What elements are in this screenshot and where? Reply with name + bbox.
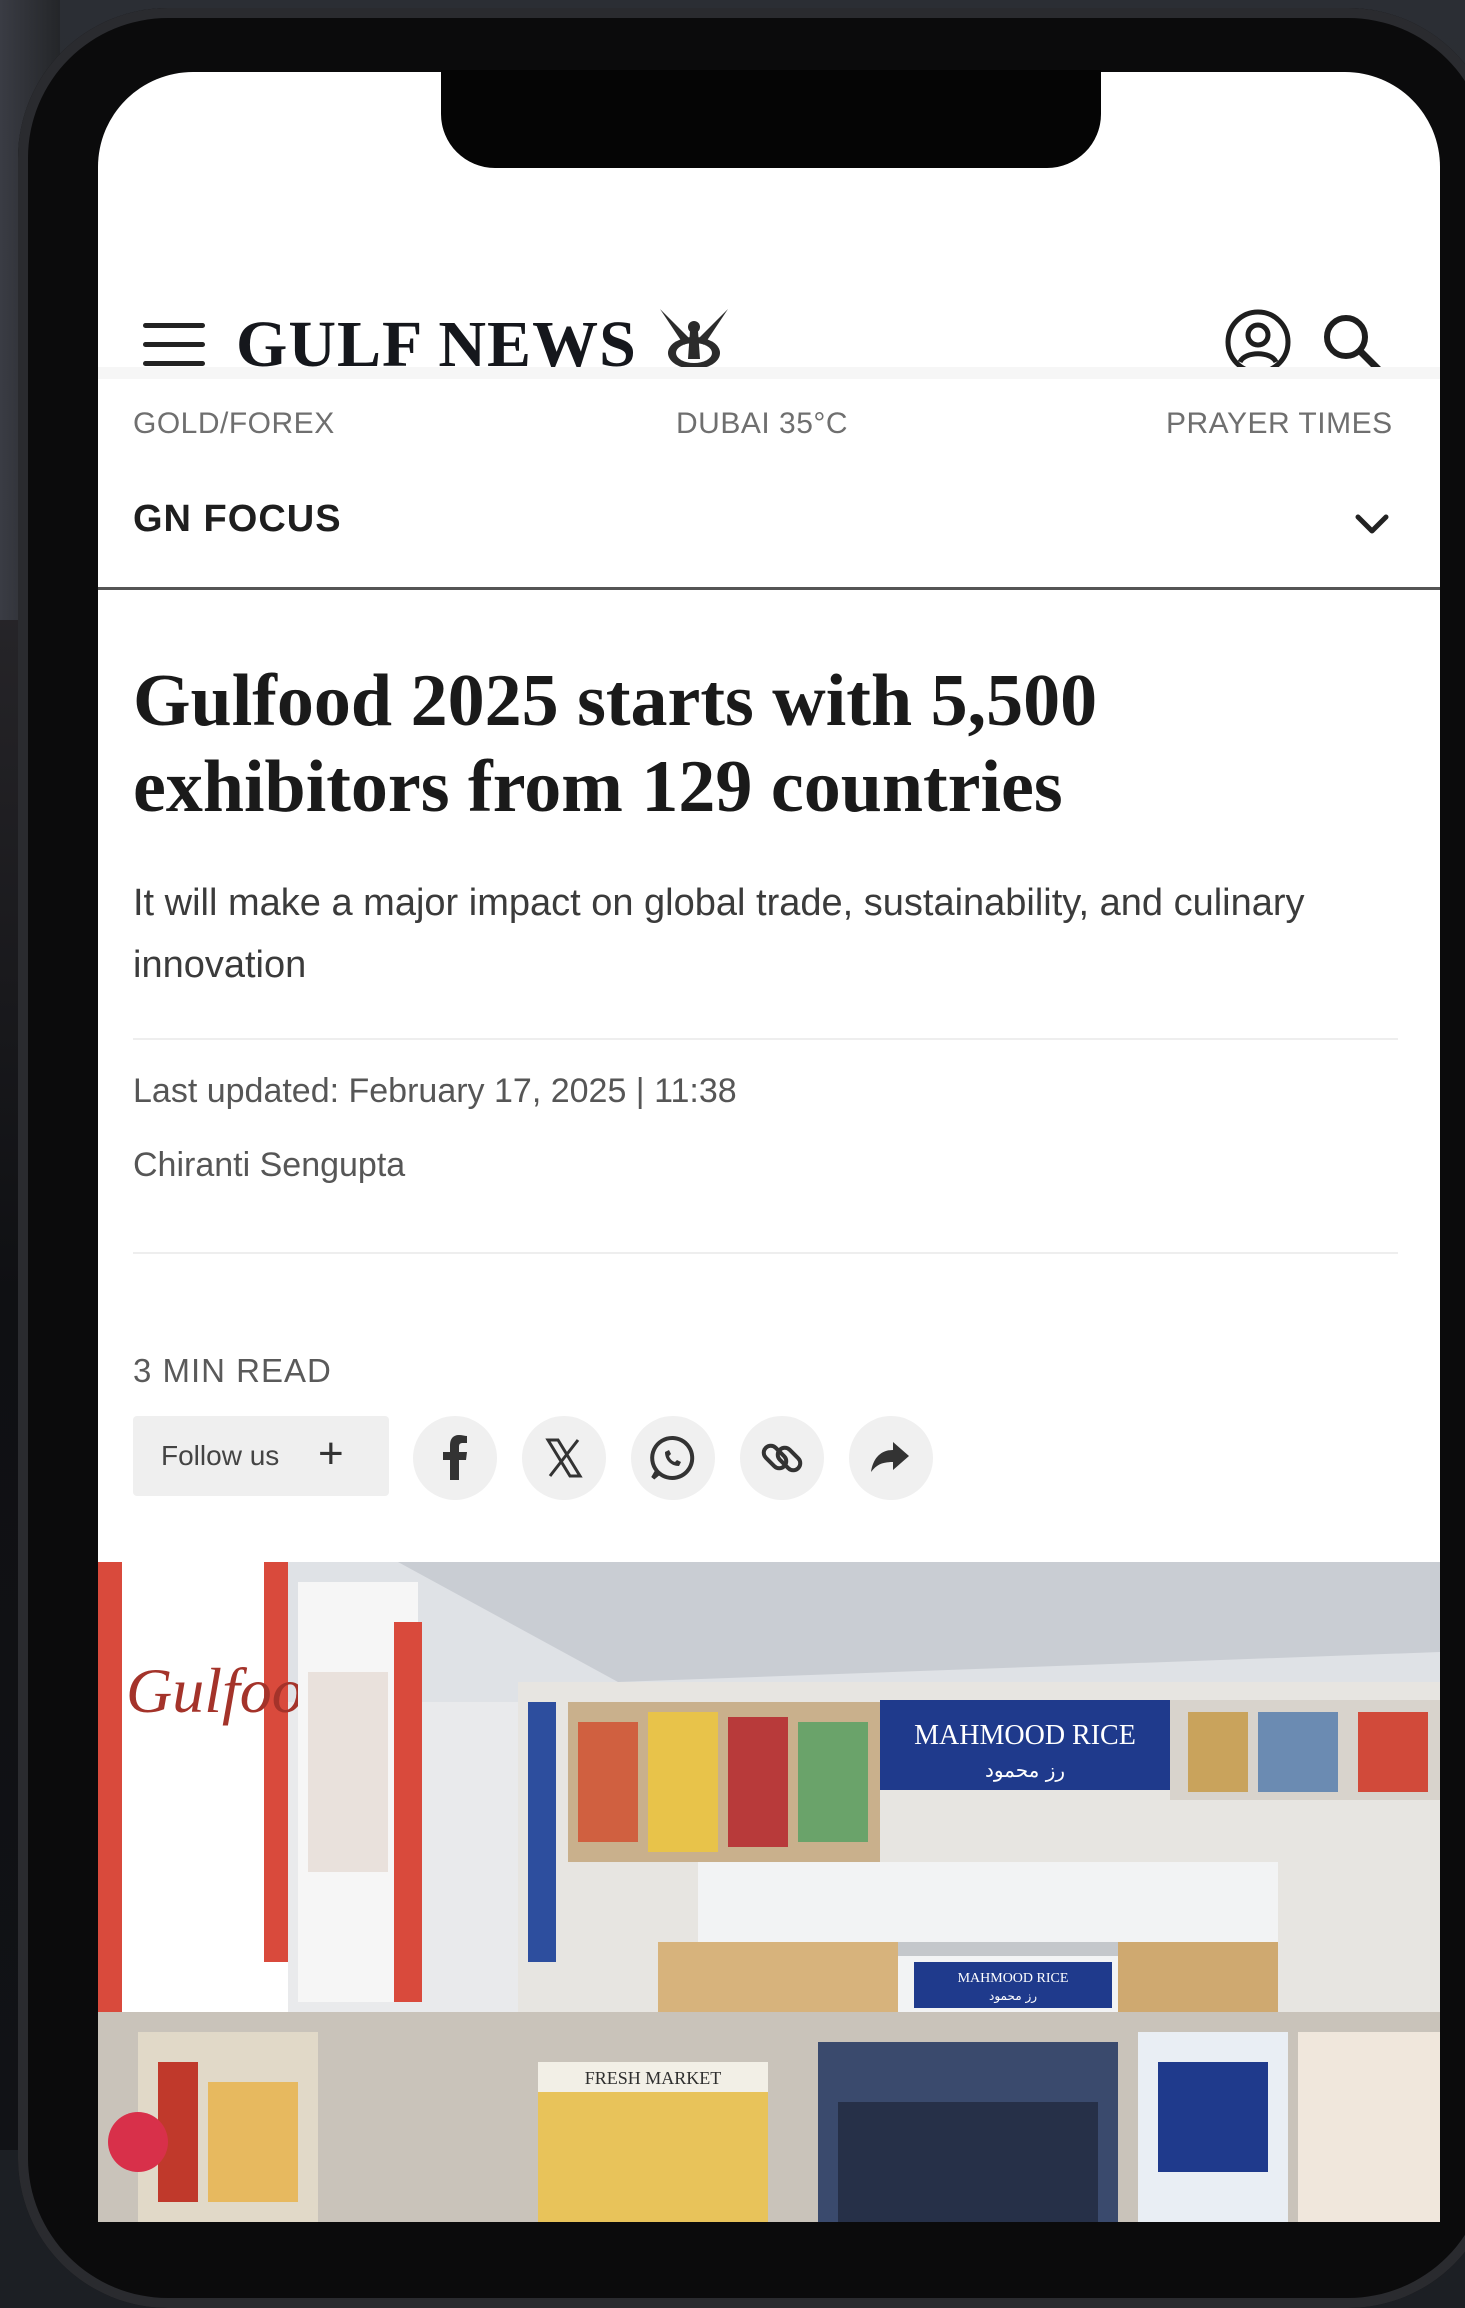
section-label: GN FOCUS [133,498,342,540]
article-headline: Gulfood 2025 starts with 5,500 exhibitor… [133,660,1098,828]
article-subheadline: It will make a major impact on global tr… [133,882,1305,986]
chevron-down-icon[interactable] [1354,512,1390,536]
mahmood-rice-banner: MAHMOOD RICE [914,1720,1136,1751]
facebook-icon [443,1435,467,1480]
gulfood-hall-photo: Gulfood MAHMOOD RICE رز محمود MAHMOOD RI… [98,1562,1440,2222]
copy-link-button[interactable] [740,1416,824,1500]
gold-forex-link[interactable]: GOLD/FOREX [133,407,335,441]
phone-notch [441,70,1101,168]
site-header: GULF NEWS [98,237,1440,381]
phone-screen: GULF NEWS GOLD/FOREX DUBAI 35°C PRAYER T… [98,72,1440,2222]
follow-us-button[interactable]: Follow us + [133,1416,389,1496]
read-time: 3 MIN READ [133,1352,332,1389]
divider [133,1038,1398,1040]
menu-icon[interactable] [143,323,205,367]
article-hero-image[interactable]: Gulfood MAHMOOD RICE رز محمود MAHMOOD RI… [98,1562,1440,2222]
phone-frame: GULF NEWS GOLD/FOREX DUBAI 35°C PRAYER T… [18,8,1465,2308]
whatsapp-share-button[interactable] [631,1416,715,1500]
last-updated: Last updated: February 17, 2025 | 11:38 [133,1072,737,1110]
share-icon [871,1442,909,1472]
utility-bar: GOLD/FOREX DUBAI 35°C PRAYER TIMES [98,367,1440,459]
author-name[interactable]: Chiranti Sengupta [133,1146,405,1185]
mahmood-rice-lower-banner-ar: رز محمود [989,1989,1037,2004]
plus-icon: + [318,1429,344,1478]
share-button[interactable] [849,1416,933,1500]
fresh-market-sign: FRESH MARKET [585,2068,722,2088]
section-dropdown[interactable]: GN FOCUS [98,452,1440,590]
divider [133,1252,1398,1254]
follow-us-label: Follow us [161,1440,280,1471]
whatsapp-icon [650,1435,695,1480]
link-icon [761,1443,803,1473]
prayer-times-link[interactable]: PRAYER TIMES [1166,407,1393,441]
x-icon [545,1438,583,1478]
weather-link[interactable]: DUBAI 35°C [676,407,848,441]
mahmood-rice-banner-ar: رز محمود [985,1758,1065,1782]
mahmood-rice-lower-banner: MAHMOOD RICE [958,1971,1069,1986]
facebook-share-button[interactable] [413,1416,497,1500]
x-share-button[interactable] [522,1416,606,1500]
